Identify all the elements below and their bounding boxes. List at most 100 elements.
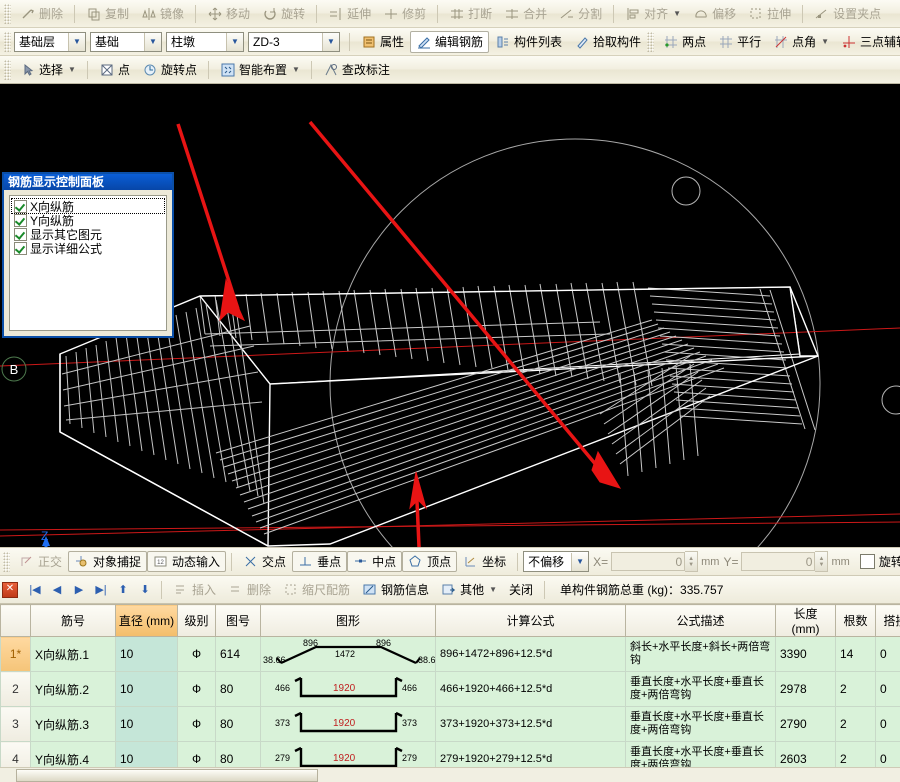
cell-figure-number[interactable]: 80 — [216, 672, 261, 707]
table-row[interactable]: 2 Y向纵筋.2 10 Ф 80 466 466 1920 — [1, 672, 900, 707]
close-icon[interactable]: ✕ — [2, 582, 18, 598]
cell-grade[interactable]: Ф — [178, 637, 216, 672]
toolbar-grip[interactable] — [4, 4, 11, 24]
x-offset-input[interactable]: 0 — [611, 552, 685, 571]
dynamic-input-toggle[interactable]: 12 动态输入 — [147, 551, 226, 572]
header-figure-number[interactable]: 图号 — [216, 605, 261, 637]
cell-rebar-number[interactable]: X向纵筋.1 — [31, 637, 116, 672]
merge-button[interactable]: 合并 — [498, 3, 553, 25]
component-type-combo[interactable]: 柱墩 ▼ — [166, 32, 244, 52]
header-grade[interactable]: 级别 — [178, 605, 216, 637]
other-menu-button[interactable]: 其他 ▼ — [435, 579, 503, 601]
toolbar-grip[interactable] — [647, 32, 654, 52]
toolbar-grip[interactable] — [4, 32, 11, 52]
mirror-button[interactable]: 镜像 — [135, 3, 190, 25]
checkbox-y-rebar[interactable] — [14, 214, 27, 227]
cell-count[interactable]: 2 — [836, 707, 876, 742]
toolbar-grip[interactable] — [4, 60, 11, 80]
move-button[interactable]: 移动 — [201, 3, 256, 25]
cell-formula[interactable]: 896+1472+896+12.5*d — [436, 637, 626, 672]
cell-count[interactable]: 14 — [836, 637, 876, 672]
table-row[interactable]: 1* X向纵筋.1 10 Ф 614 38.66 38.66 896 — [1, 637, 900, 672]
header-lap[interactable]: 搭接 — [876, 605, 900, 637]
extend-button[interactable]: 延伸 — [322, 3, 377, 25]
break-button[interactable]: 打断 — [443, 3, 498, 25]
cell-shape[interactable]: 373 373 1920 — [261, 707, 436, 742]
checkbox-x-rebar[interactable] — [14, 200, 27, 213]
component-name-combo[interactable]: ZD-3 ▼ — [248, 32, 340, 52]
vertex-snap-toggle[interactable]: 顶点 — [402, 551, 457, 572]
rebar-info-button[interactable]: 钢筋信息 — [356, 579, 435, 601]
toolbar-grip[interactable] — [3, 552, 10, 572]
cell-lap[interactable]: 0 — [876, 707, 900, 742]
delete-button[interactable]: 删除 — [14, 3, 69, 25]
cell-length[interactable]: 3390 — [776, 637, 836, 672]
nav-first-button[interactable]: |◀ — [24, 580, 46, 600]
rotate-button[interactable]: 旋转 — [256, 3, 311, 25]
cell-formula-description[interactable]: 垂直长度+水平长度+垂直长度+两倍弯钩 — [626, 707, 776, 742]
chevron-down-icon[interactable]: ▼ — [226, 33, 243, 51]
set-grip-button[interactable]: 设置夹点 — [808, 3, 887, 25]
horizontal-scrollbar[interactable] — [0, 767, 900, 782]
cell-lap[interactable]: 0 — [876, 672, 900, 707]
header-formula[interactable]: 计算公式 — [436, 605, 626, 637]
copy-button[interactable]: 复制 — [80, 3, 135, 25]
two-point-axis-button[interactable]: 两点 — [657, 31, 712, 53]
chevron-down-icon[interactable]: ▼ — [673, 5, 681, 23]
offset-mode-combo[interactable]: 不偏移 ▼ — [523, 551, 589, 572]
chevron-down-icon[interactable]: ▼ — [571, 553, 588, 571]
nav-up-button[interactable]: ⬆ — [112, 580, 134, 600]
header-blank[interactable] — [1, 605, 31, 637]
nav-last-button[interactable]: ▶| — [90, 580, 112, 600]
point-tool-button[interactable]: 点 — [93, 59, 136, 81]
y-offset-input[interactable]: 0 — [741, 552, 815, 571]
x-offset-spinner[interactable]: ▲▼ — [685, 551, 698, 572]
header-diameter[interactable]: 直径 (mm) — [116, 605, 178, 637]
checkbox-row-detailed-formula[interactable]: 显示详细公式 — [12, 241, 164, 255]
cell-shape[interactable]: 466 466 1920 — [261, 672, 436, 707]
coordinate-snap-toggle[interactable]: 坐标 — [457, 551, 512, 572]
header-shape[interactable]: 图形 — [261, 605, 436, 637]
cell-count[interactable]: 2 — [836, 672, 876, 707]
pick-component-button[interactable]: 拾取构件 — [568, 31, 647, 53]
perpendicular-snap-toggle[interactable]: 垂点 — [292, 551, 347, 572]
cell-formula-description[interactable]: 斜长+水平长度+斜长+两倍弯钩 — [626, 637, 776, 672]
three-point-axis-button[interactable]: 三点辅轴 ▼ — [835, 31, 900, 53]
split-button[interactable]: 分割 — [553, 3, 608, 25]
header-length[interactable]: 长度 (mm) — [776, 605, 836, 637]
select-tool-button[interactable]: 选择 ▼ — [14, 59, 82, 81]
check-dimension-button[interactable]: 查改标注 — [317, 59, 396, 81]
cell-diameter[interactable]: 10 — [116, 707, 178, 742]
smart-layout-button[interactable]: 智能布置 ▼ — [214, 59, 306, 81]
header-rebar-number[interactable]: 筋号 — [31, 605, 116, 637]
rotate-point-tool-button[interactable]: 旋转点 — [136, 59, 203, 81]
cell-rebar-number[interactable]: Y向纵筋.3 — [31, 707, 116, 742]
table-row[interactable]: 3 Y向纵筋.3 10 Ф 80 373 373 1920 — [1, 707, 900, 742]
chevron-down-icon[interactable]: ▼ — [292, 61, 300, 79]
component-list-button[interactable]: 构件列表 — [489, 31, 568, 53]
category-combo[interactable]: 基础 ▼ — [90, 32, 162, 52]
parallel-axis-button[interactable]: 平行 — [712, 31, 767, 53]
rebar-table[interactable]: 筋号 直径 (mm) 级别 图号 图形 计算公式 公式描述 长度 (mm) 根数… — [0, 604, 900, 782]
ortho-toggle[interactable]: 正交 — [13, 551, 68, 572]
object-snap-toggle[interactable]: 对象捕捉 — [68, 551, 147, 572]
chevron-down-icon[interactable]: ▼ — [68, 33, 85, 51]
cell-grade[interactable]: Ф — [178, 672, 216, 707]
rotate-checkbox[interactable] — [860, 554, 875, 569]
point-angle-axis-button[interactable]: 点角 ▼ — [767, 31, 835, 53]
chevron-down-icon[interactable]: ▼ — [322, 33, 339, 51]
chevron-down-icon[interactable]: ▼ — [68, 61, 76, 79]
cell-formula-description[interactable]: 垂直长度+水平长度+垂直长度+两倍弯钩 — [626, 672, 776, 707]
header-formula-description[interactable]: 公式描述 — [626, 605, 776, 637]
checkbox-other-elements[interactable] — [14, 228, 27, 241]
midpoint-snap-toggle[interactable]: 中点 — [347, 551, 402, 572]
properties-button[interactable]: 属性 — [355, 31, 410, 53]
cell-rebar-number[interactable]: Y向纵筋.2 — [31, 672, 116, 707]
close-grid-button[interactable]: 关闭 — [503, 579, 539, 601]
insert-row-button[interactable]: 插入 — [167, 579, 222, 601]
chevron-down-icon[interactable]: ▼ — [821, 33, 829, 51]
delete-row-button[interactable]: 删除 — [222, 579, 277, 601]
header-count[interactable]: 根数 — [836, 605, 876, 637]
chevron-down-icon[interactable]: ▼ — [489, 581, 497, 599]
edit-rebar-button[interactable]: 编辑钢筋 — [410, 31, 489, 53]
